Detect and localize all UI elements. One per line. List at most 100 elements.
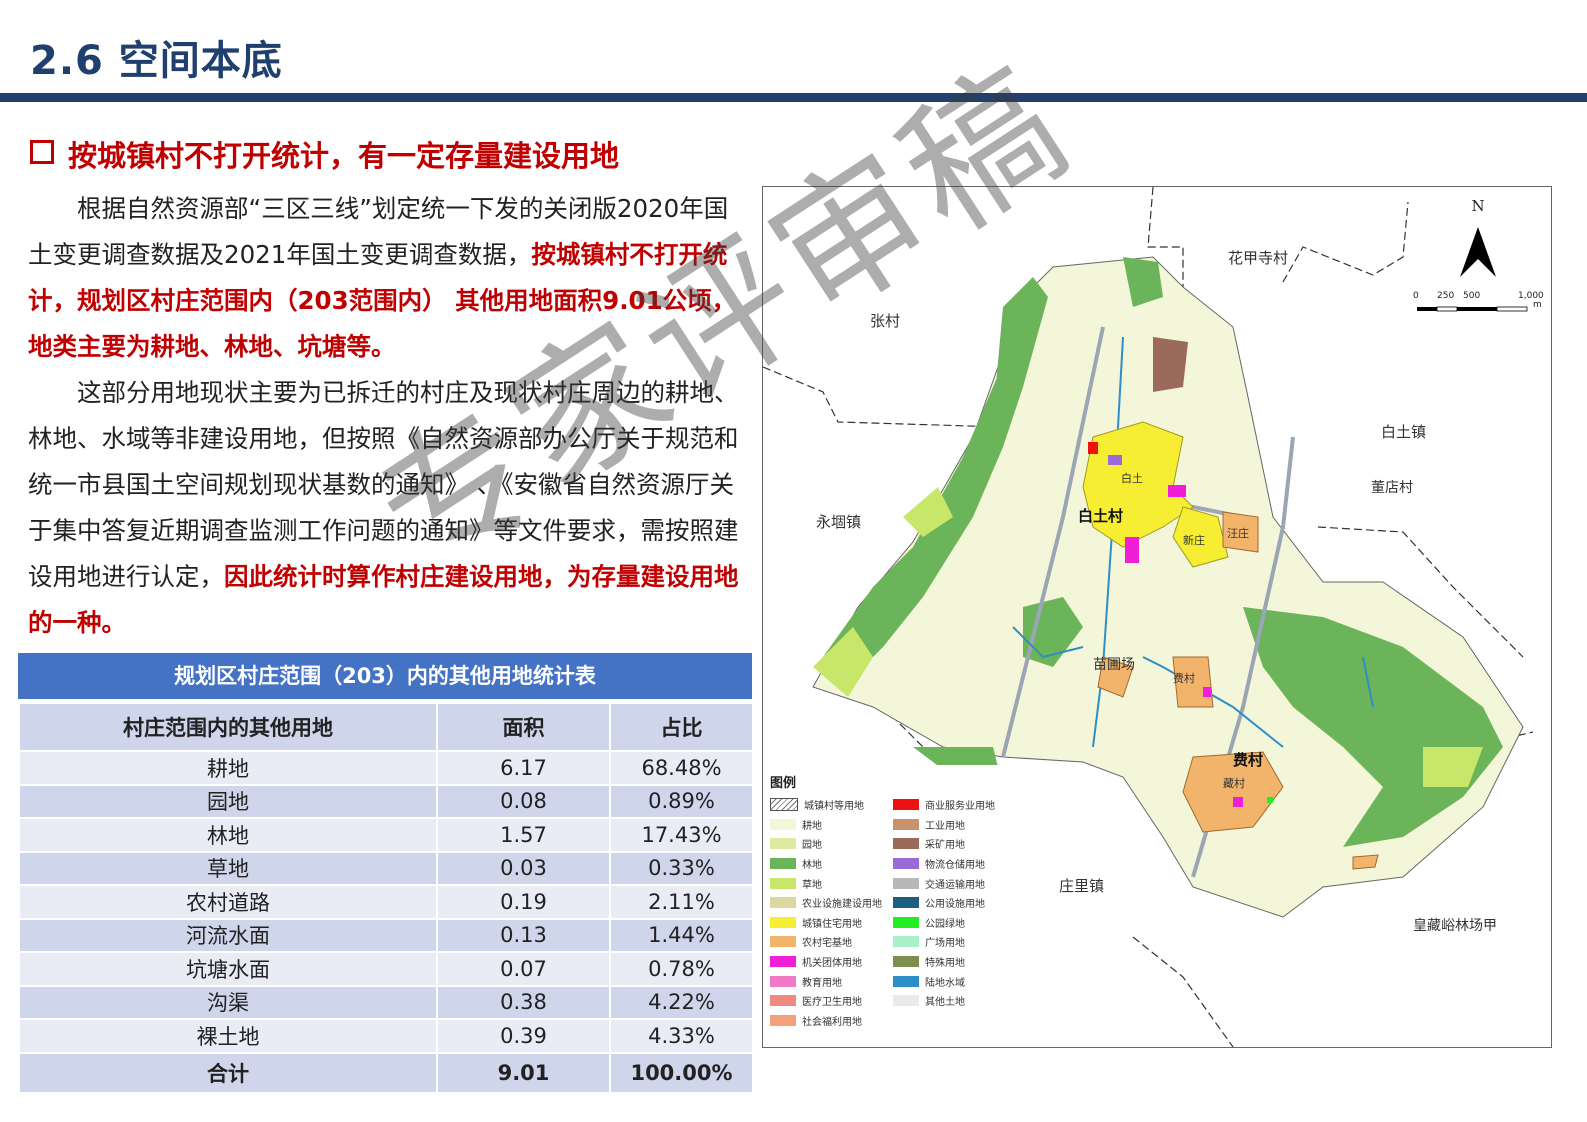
legend-label: 农业设施建设用地	[802, 899, 882, 911]
legend-item: 草地	[770, 873, 882, 893]
legend-swatch	[770, 798, 798, 812]
land-use-map: N 0 250 500 1,000 m 花甲寺村 张村 白土镇 董店村 永堌镇 …	[762, 186, 1552, 1048]
commercial-land	[1088, 442, 1098, 454]
table-row: 沟渠 0.38 4.22%	[18, 984, 754, 1020]
legend-label: 耕地	[802, 820, 822, 832]
scale-bar	[1417, 306, 1528, 312]
place-wangzhuang: 汪庄	[1227, 527, 1249, 540]
cell-ratio: 2.11%	[609, 884, 754, 920]
total-area: 9.01	[436, 1051, 611, 1094]
legend-swatch	[893, 858, 919, 870]
legend-swatch	[893, 975, 919, 987]
table-caption: 规划区村庄范围（203）内的其他用地统计表	[18, 653, 752, 702]
cell-area: 0.38	[436, 984, 611, 1020]
legend-label: 陆地水域	[925, 977, 965, 989]
legend-swatch	[893, 916, 919, 928]
cell-category: 河流水面	[18, 917, 438, 953]
legend-left-column: 城镇村等用地 耕地 园地 林地 草地 农业设施建设用地 城镇住宅用地 农村宅基地 机关团体用地教…	[770, 795, 882, 1030]
legend-swatch	[893, 956, 919, 968]
legend-label: 林地	[802, 860, 822, 872]
table-row: 耕地 6.17 68.48%	[18, 750, 754, 786]
legend-item: 城镇村等用地	[770, 795, 882, 815]
legend-label: 草地	[802, 879, 822, 891]
table-row: 裸土地 0.39 4.33%	[18, 1018, 754, 1054]
cell-category: 园地	[18, 783, 438, 819]
legend-label: 社会福利用地	[802, 1016, 862, 1028]
place-feicun-small: 费村	[1173, 672, 1195, 685]
legend-title: 图例	[770, 776, 797, 791]
cell-ratio: 0.78%	[609, 951, 754, 987]
legend-right-column: 商业服务业用地 工业用地 采矿用地 物流仓储用地 交通运输用地 公用设施用地 公园绿地 广场用…	[893, 795, 995, 1011]
logistics-land	[1108, 455, 1122, 465]
header-category: 村庄范围内的其他用地	[18, 702, 438, 752]
legend-label: 工业用地	[925, 820, 965, 832]
legend-label: 广场用地	[925, 938, 965, 950]
stats-table: 村庄范围内的其他用地 面积 占比 耕地 6.17 68.48% 园地 0.08 0.89…	[18, 702, 754, 1094]
place-xinzhuang: 新庄	[1183, 534, 1205, 547]
legend-swatch	[770, 975, 796, 987]
table-row: 河流水面 0.13 1.44%	[18, 917, 754, 953]
cell-category: 坑塘水面	[18, 951, 438, 987]
legend-label: 交通运输用地	[925, 879, 985, 891]
cell-ratio: 1.44%	[609, 917, 754, 953]
legend-swatch	[770, 936, 796, 948]
header-area: 面积	[436, 702, 611, 752]
legend-swatch	[893, 995, 919, 1007]
legend-label: 采矿用地	[925, 840, 965, 852]
legend-item: 广场用地	[893, 932, 995, 952]
legend-label: 园地	[802, 840, 822, 852]
paragraph-2: 这部分用地现状主要为已拆迁的村庄及现状村庄周边的耕地、林地、水域等非建设用地，但…	[28, 370, 740, 646]
legend-item: 农业设施建设用地	[770, 893, 882, 913]
legend-label: 城镇村等用地	[804, 801, 864, 813]
cell-area: 6.17	[436, 750, 611, 786]
scale-unit: m	[1533, 300, 1542, 310]
place-zhuanglizhen: 庄里镇	[1059, 877, 1105, 895]
table-total-row: 合计 9.01 100.00%	[18, 1051, 754, 1094]
cell-ratio: 0.33%	[609, 850, 754, 886]
cell-area: 0.03	[436, 850, 611, 886]
paragraph-2-text: 这部分用地现状主要为已拆迁的村庄及现状村庄周边的耕地、林地、水域等非建设用地，但…	[28, 378, 739, 591]
place-zangcun: 藏村	[1223, 777, 1245, 790]
legend-swatch	[770, 838, 796, 850]
legend-label: 公用设施用地	[925, 899, 985, 911]
place-feicun: 费村	[1233, 751, 1264, 769]
mining-land	[1153, 337, 1188, 392]
legend-item: 社会福利用地	[770, 1011, 882, 1031]
legend-item: 医疗卫生用地	[770, 991, 882, 1011]
legend-swatch	[893, 877, 919, 889]
place-yongduzhen: 永堌镇	[816, 513, 862, 531]
cell-category: 林地	[18, 817, 438, 853]
header-ratio: 占比	[609, 702, 754, 752]
legend-label: 特殊用地	[925, 958, 965, 970]
cell-area: 0.07	[436, 951, 611, 987]
cell-category: 沟渠	[18, 984, 438, 1020]
table-row: 坑塘水面 0.07 0.78%	[18, 951, 754, 987]
scale-250: 250	[1437, 291, 1455, 301]
legend-item: 城镇住宅用地	[770, 913, 882, 933]
cell-category: 农村道路	[18, 884, 438, 920]
legend-swatch	[770, 858, 796, 870]
cell-area: 0.39	[436, 1018, 611, 1054]
legend-swatch	[893, 838, 919, 850]
place-baitu-small: 白土	[1121, 472, 1143, 485]
table-row: 农村道路 0.19 2.11%	[18, 884, 754, 920]
total-ratio: 100.00%	[609, 1051, 754, 1094]
park-land	[1267, 797, 1273, 803]
cell-ratio: 4.22%	[609, 984, 754, 1020]
legend-label: 教育用地	[802, 977, 842, 989]
page-title: 2.6 空间本底	[30, 38, 283, 84]
paragraph-1: 根据自然资源部“三区三线”划定统一下发的关闭版2020年国土变更调查数据及202…	[28, 186, 740, 370]
legend-item: 物流仓储用地	[893, 854, 995, 874]
legend-swatch	[893, 936, 919, 948]
place-miaopu: 苗圃场	[1093, 657, 1135, 673]
legend-swatch	[770, 956, 796, 968]
legend-label: 商业服务业用地	[925, 801, 995, 813]
legend-swatch	[770, 1014, 796, 1026]
cell-category: 裸土地	[18, 1018, 438, 1054]
legend-item: 商业服务业用地	[893, 795, 995, 815]
legend-item: 耕地	[770, 815, 882, 835]
place-huangcang: 皇藏峪林场甲	[1413, 918, 1497, 934]
legend-item: 采矿用地	[893, 834, 995, 854]
cell-ratio: 17.43%	[609, 817, 754, 853]
legend-label: 其他土地	[925, 997, 965, 1009]
